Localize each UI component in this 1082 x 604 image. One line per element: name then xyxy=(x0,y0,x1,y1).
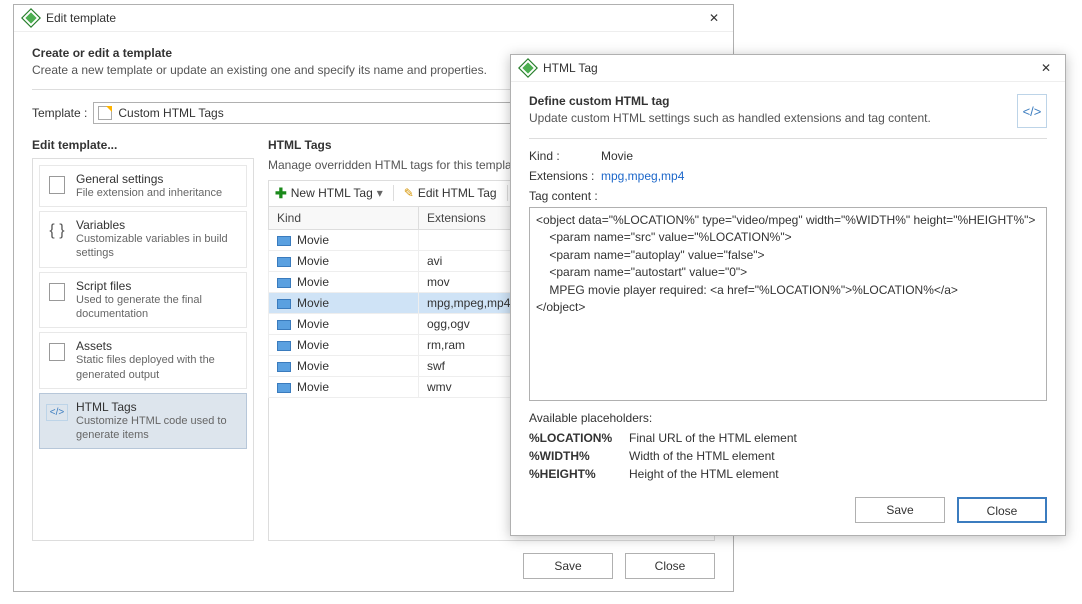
document-icon xyxy=(98,106,112,120)
nav-item-html-tags[interactable]: </>HTML TagsCustomize HTML code used to … xyxy=(39,393,247,450)
movie-icon xyxy=(277,341,291,351)
movie-icon xyxy=(277,257,291,267)
nav-item-icon xyxy=(46,279,68,305)
nav-item-icon xyxy=(46,172,68,198)
template-label: Template : xyxy=(32,106,87,120)
nav-item-icon xyxy=(46,339,68,365)
nav-item-script-files[interactable]: Script filesUsed to generate the final d… xyxy=(39,272,247,329)
nav-item-variables[interactable]: { }VariablesCustomizable variables in bu… xyxy=(39,211,247,268)
extensions-value[interactable]: mpg,mpeg,mp4 xyxy=(601,169,684,183)
html-tag-icon: </> xyxy=(1017,94,1047,128)
app-icon xyxy=(518,58,538,78)
save-button[interactable]: Save xyxy=(855,497,945,523)
movie-icon xyxy=(277,236,291,246)
placeholders-title: Available placeholders: xyxy=(529,411,1047,425)
nav-item-assets[interactable]: AssetsStatic files deployed with the gen… xyxy=(39,332,247,389)
extensions-label: Extensions : xyxy=(529,169,601,183)
dialog-titlebar: HTML Tag ✕ xyxy=(511,55,1065,82)
dialog-title: HTML Tag xyxy=(543,61,1037,75)
placeholder-row: %HEIGHT%Height of the HTML element xyxy=(529,467,1047,481)
edit-html-tag-button[interactable]: ✎ Edit HTML Tag xyxy=(404,186,497,200)
new-html-tag-button[interactable]: ✚ New HTML Tag ▾ xyxy=(275,185,383,202)
close-button[interactable]: Close xyxy=(957,497,1047,523)
close-icon[interactable]: ✕ xyxy=(1037,61,1055,75)
dropdown-caret-icon: ▾ xyxy=(377,186,383,200)
movie-icon xyxy=(277,383,291,393)
nav-item-general-settings[interactable]: General settingsFile extension and inher… xyxy=(39,165,247,207)
template-nav-list: General settingsFile extension and inher… xyxy=(33,159,253,460)
movie-icon xyxy=(277,299,291,309)
placeholder-row: %WIDTH%Width of the HTML element xyxy=(529,449,1047,463)
dialog-titlebar: Edit template ✕ xyxy=(14,5,733,32)
toolbar-separator xyxy=(507,185,508,201)
kind-label: Kind : xyxy=(529,149,601,163)
dialog-title: Edit template xyxy=(46,11,705,25)
html-tag-dialog: HTML Tag ✕ Define custom HTML tag Update… xyxy=(510,54,1066,536)
toolbar-separator xyxy=(393,185,394,201)
dialog-heading: Define custom HTML tag xyxy=(529,94,1017,108)
placeholder-row: %LOCATION%Final URL of the HTML element xyxy=(529,431,1047,445)
movie-icon xyxy=(277,320,291,330)
close-icon[interactable]: ✕ xyxy=(705,11,723,25)
tag-content-textarea[interactable] xyxy=(529,207,1047,401)
nav-item-icon: </> xyxy=(46,400,68,426)
pencil-icon: ✎ xyxy=(404,186,414,200)
close-button[interactable]: Close xyxy=(625,553,715,579)
nav-item-icon: { } xyxy=(46,218,68,244)
col-kind[interactable]: Kind xyxy=(269,206,419,229)
movie-icon xyxy=(277,278,291,288)
movie-icon xyxy=(277,362,291,372)
save-button[interactable]: Save xyxy=(523,553,613,579)
plus-icon: ✚ xyxy=(275,185,287,202)
app-icon xyxy=(21,8,41,28)
dialog-subheading: Update custom HTML settings such as hand… xyxy=(529,110,1017,127)
left-pane-title: Edit template... xyxy=(32,138,254,152)
template-value: Custom HTML Tags xyxy=(118,106,223,120)
tag-content-label: Tag content : xyxy=(529,189,1047,203)
kind-value: Movie xyxy=(601,149,633,163)
